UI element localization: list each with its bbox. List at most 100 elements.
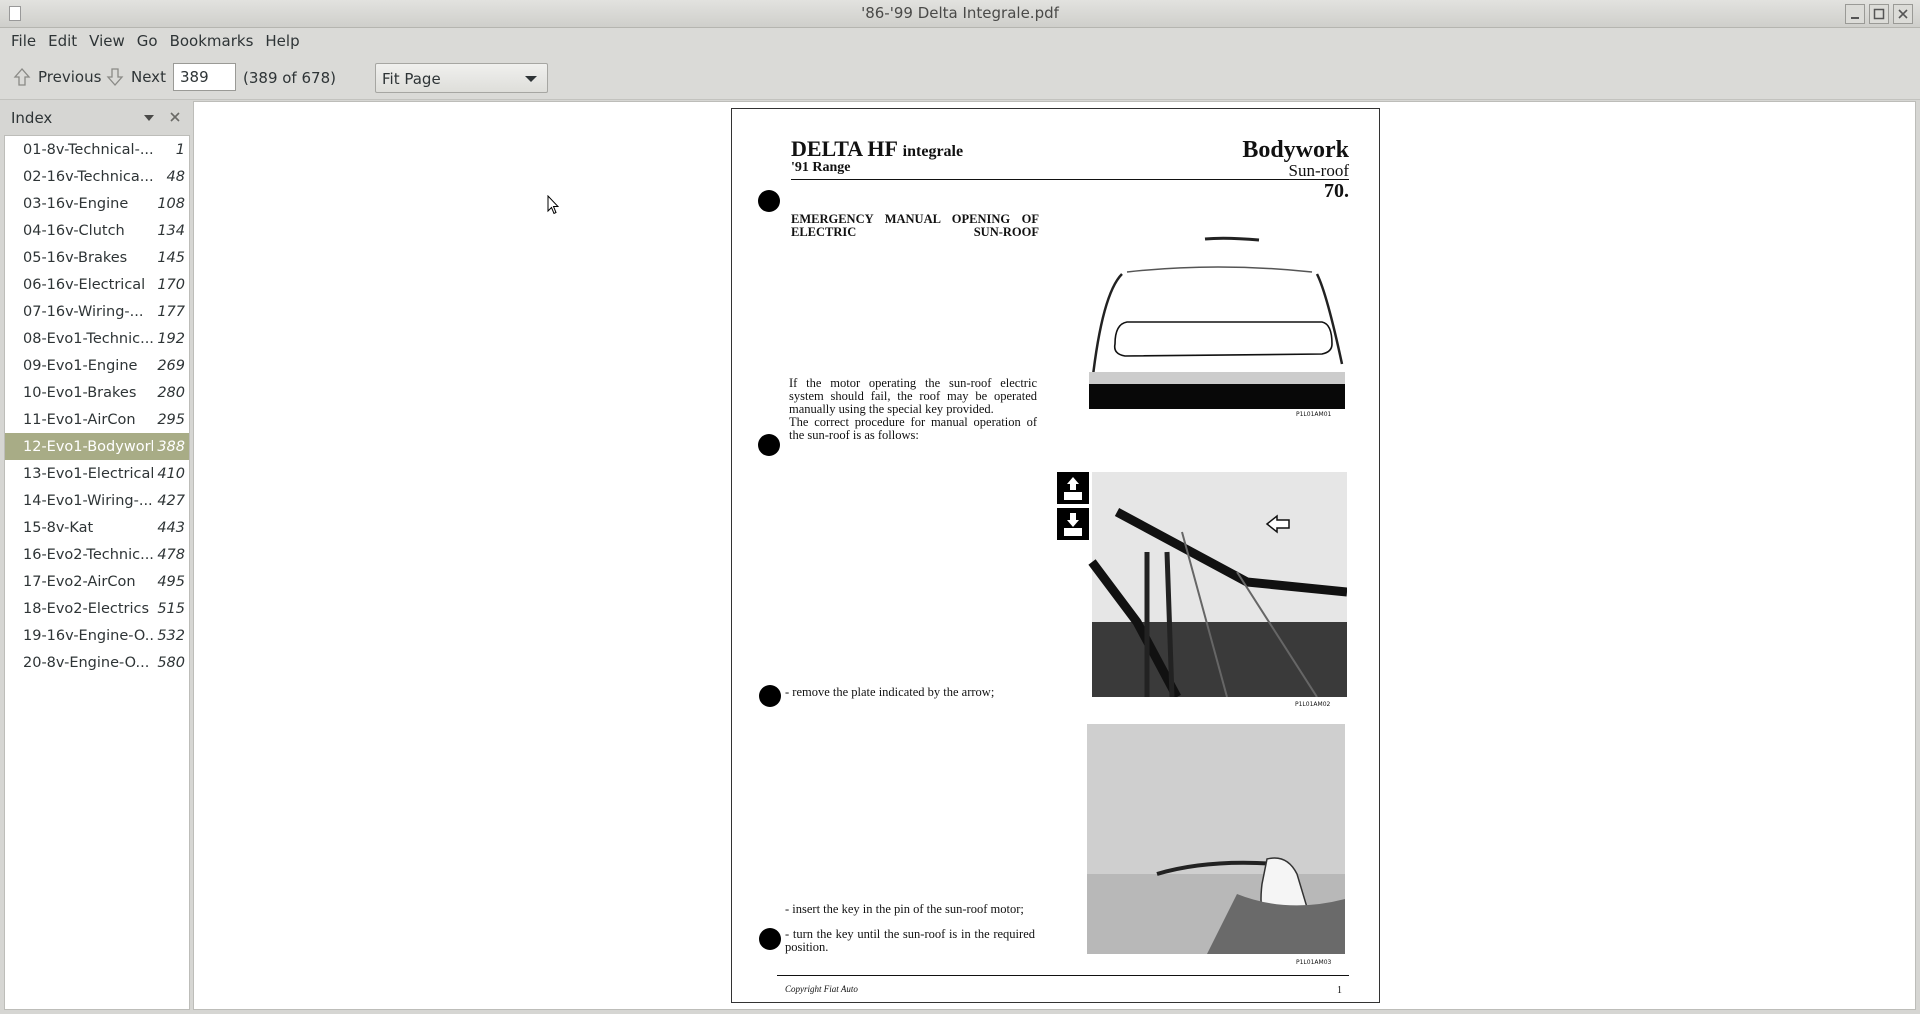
rear-window-photo	[1087, 234, 1347, 409]
index-item[interactable]: 12-Evo1-Bodywork 388	[5, 433, 189, 460]
close-window-button[interactable]	[1893, 4, 1913, 24]
zoom-select[interactable]: Fit Page	[375, 63, 548, 93]
sidebar: Index 01-8v-Technical-... 1 02-16v-Technic…	[4, 101, 190, 1010]
index-item[interactable]: 15-8v-Kat 443	[5, 514, 189, 541]
index-item[interactable]: 19-16v-Engine-O... 532	[5, 622, 189, 649]
menu-file[interactable]: File	[5, 32, 42, 50]
menu-bookmarks[interactable]: Bookmarks	[164, 32, 260, 50]
bullet-marker	[758, 434, 780, 456]
index-item-page: 495	[157, 573, 185, 590]
index-item[interactable]: 18-Evo2-Electrics 515	[5, 595, 189, 622]
doc-section: Bodywork	[1242, 137, 1349, 163]
menu-view[interactable]: View	[83, 32, 131, 50]
previous-label: Previous	[38, 68, 102, 86]
index-item-page: 410	[157, 465, 185, 482]
index-item[interactable]: 01-8v-Technical-... 1	[5, 136, 189, 163]
minimize-button[interactable]	[1845, 4, 1865, 24]
index-item-name: 01-8v-Technical-...	[23, 141, 153, 158]
menu-help[interactable]: Help	[259, 32, 305, 50]
menu-edit[interactable]: Edit	[42, 32, 83, 50]
index-item-name: 05-16v-Brakes	[23, 249, 128, 266]
footer-rule	[777, 975, 1349, 976]
photo-caption-1: P1L01AM01	[1296, 411, 1332, 418]
index-item-name: 08-Evo1-Technic...	[23, 330, 153, 347]
index-item-page: 48	[166, 168, 185, 185]
index-item-name: 13-Evo1-Electrical	[23, 465, 153, 482]
pdf-page: DELTA HF integrale '91 Range Bodywork Su…	[731, 108, 1380, 1003]
index-item-name: 11-Evo1-AirCon	[23, 411, 136, 428]
sidebar-dropdown-icon[interactable]	[144, 115, 154, 121]
index-item-page: 1	[175, 141, 185, 158]
doc-page-number: 1	[1337, 985, 1342, 996]
doc-title-main: DELTA HF	[791, 136, 898, 161]
doc-title-small: integrale	[902, 143, 964, 160]
bullet-marker	[758, 190, 780, 212]
index-item-name: 09-Evo1-Engine	[23, 357, 138, 374]
chevron-down-icon	[525, 76, 537, 82]
index-item-name: 04-16v-Clutch	[23, 222, 125, 239]
document-view[interactable]: DELTA HF integrale '91 Range Bodywork Su…	[193, 101, 1916, 1010]
doc-heading: EMERGENCY MANUAL OPENING OF ELECTRIC SUN…	[791, 212, 1039, 239]
window-title: '86-'99 Delta Integrale.pdf	[861, 4, 1059, 22]
index-item[interactable]: 08-Evo1-Technic... 192	[5, 325, 189, 352]
index-item-name: 17-Evo2-AirCon	[23, 573, 136, 590]
maximize-icon	[1873, 8, 1885, 20]
next-button[interactable]: Next	[105, 65, 166, 89]
sidebar-header: Index	[4, 101, 190, 134]
index-item[interactable]: 09-Evo1-Engine 269	[5, 352, 189, 379]
index-item-page: 443	[157, 519, 185, 536]
index-item[interactable]: 11-Evo1-AirCon 295	[5, 406, 189, 433]
index-item-name: 03-16v-Engine	[23, 195, 129, 212]
sidebar-close-icon[interactable]	[168, 110, 182, 124]
page-number-input[interactable]	[173, 63, 236, 91]
title-bar: '86-'99 Delta Integrale.pdf	[0, 0, 1920, 28]
index-item-name: 16-Evo2-Technic...	[23, 546, 153, 563]
index-item-page: 192	[157, 330, 185, 347]
index-item-name: 15-8v-Kat	[23, 519, 94, 536]
menu-bar: File Edit View Go Bookmarks Help	[0, 28, 1920, 53]
index-item-page: 427	[157, 492, 185, 509]
index-item-name: 20-8v-Engine-O...	[23, 654, 150, 671]
bullet-marker	[759, 928, 781, 950]
index-item-page: 269	[157, 357, 185, 374]
index-item[interactable]: 07-16v-Wiring-... 177	[5, 298, 189, 325]
index-item[interactable]: 14-Evo1-Wiring-... 427	[5, 487, 189, 514]
doc-title: DELTA HF integrale	[791, 136, 963, 162]
photo-caption-2: P1L01AM02	[1295, 701, 1331, 708]
index-item-name: 10-Evo1-Brakes	[23, 384, 137, 401]
index-item-page: 295	[157, 411, 185, 428]
index-item[interactable]: 20-8v-Engine-O... 580	[5, 649, 189, 676]
index-item[interactable]: 06-16v-Electrical 170	[5, 271, 189, 298]
doc-number: 70.	[1324, 180, 1349, 202]
index-item[interactable]: 05-16v-Brakes 145	[5, 244, 189, 271]
toolbar: Previous Next (389 of 678) Fit Page	[0, 53, 1920, 100]
sidebar-title: Index	[11, 109, 53, 127]
photo-caption-3: P1L01AM03	[1296, 959, 1332, 966]
index-item-page: 280	[157, 384, 185, 401]
index-item[interactable]: 17-Evo2-AirCon 495	[5, 568, 189, 595]
minimize-icon	[1851, 17, 1859, 19]
arrow-down-icon	[106, 68, 124, 86]
doc-step-2: - insert the key in the pin of the sun-r…	[785, 902, 1024, 916]
doc-range: '91 Range	[791, 160, 851, 175]
index-item-page: 580	[157, 654, 185, 671]
doc-step-1: - remove the plate indicated by the arro…	[785, 685, 995, 699]
index-item[interactable]: 16-Evo2-Technic... 478	[5, 541, 189, 568]
index-item-page: 108	[157, 195, 185, 212]
index-item[interactable]: 04-16v-Clutch 134	[5, 217, 189, 244]
index-item[interactable]: 13-Evo1-Electrical 410	[5, 460, 189, 487]
index-item[interactable]: 02-16v-Technica... 48	[5, 163, 189, 190]
arrow-up-icon	[13, 68, 31, 86]
maximize-button[interactable]	[1869, 4, 1889, 24]
previous-button[interactable]: Previous	[12, 65, 101, 89]
index-item-name: 06-16v-Electrical	[23, 276, 146, 293]
doc-step-3: - turn the key until the sun-roof is in …	[785, 927, 1035, 954]
index-item-page: 170	[157, 276, 185, 293]
index-item-name: 02-16v-Technica...	[23, 168, 153, 185]
menu-go[interactable]: Go	[131, 32, 164, 50]
doc-subsection: Sun-roof	[1288, 161, 1349, 180]
header-rule	[791, 179, 1349, 180]
index-item[interactable]: 03-16v-Engine 108	[5, 190, 189, 217]
index-item-page: 515	[157, 600, 185, 617]
index-item[interactable]: 10-Evo1-Brakes 280	[5, 379, 189, 406]
